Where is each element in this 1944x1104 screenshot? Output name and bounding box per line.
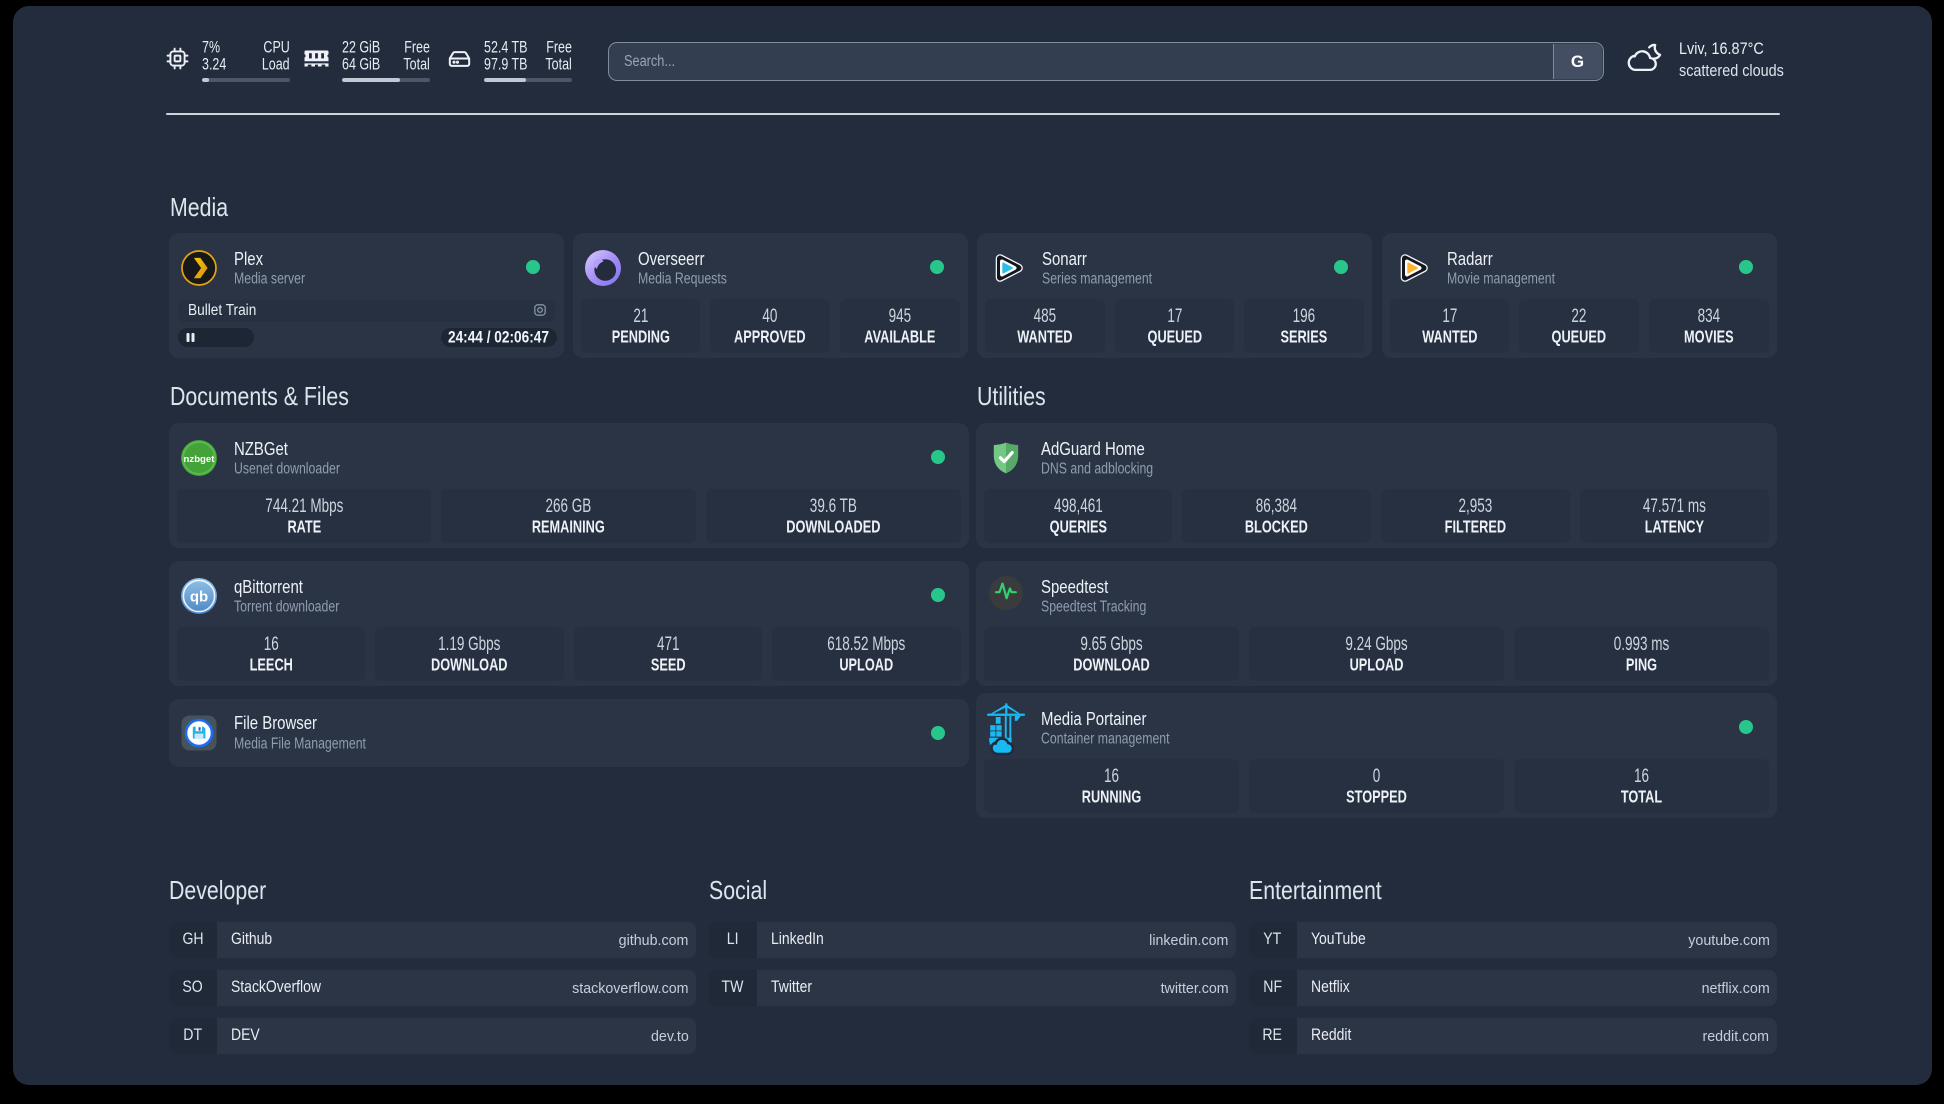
svg-text:qb: qb	[189, 588, 207, 605]
svg-text:nzbget: nzbget	[183, 454, 215, 465]
